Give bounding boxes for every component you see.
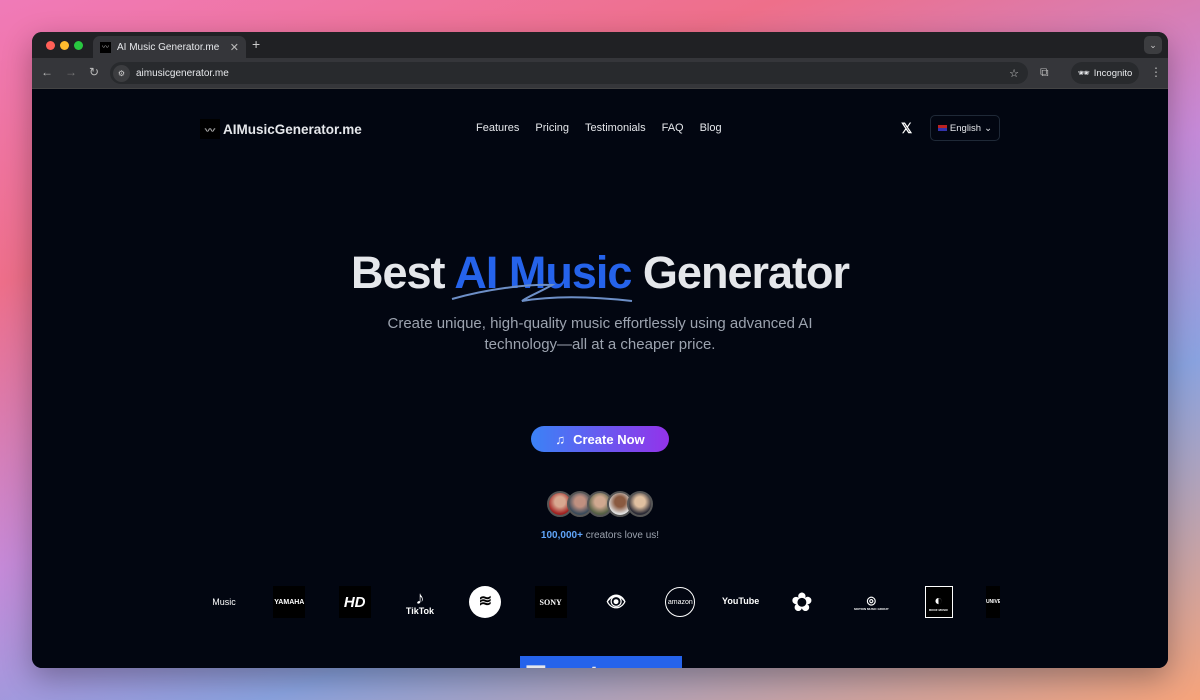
tiktok-logo: ♪ TikTok: [405, 587, 435, 616]
favicon-icon: 〰: [100, 41, 111, 53]
yamaha-logo: YAMAHA: [273, 586, 306, 618]
url-text: aimusicgenerator.me: [136, 67, 229, 79]
site-logo[interactable]: 〰 AIMusicGenerator.me: [200, 119, 362, 139]
roof-music-logo: ◐ ROOF MUSIC: [924, 586, 953, 618]
forward-icon[interactable]: →: [65, 65, 77, 79]
youtube-logo: YouTube: [722, 596, 760, 607]
nav-blog[interactable]: Blog: [700, 122, 722, 134]
universal-logo: UNIVERSAL: [985, 586, 1000, 618]
browser-toolbar: ← → ↻ ⚙ aimusicgenerator.me ☆ ⧉ 🕶 Incogni…: [32, 58, 1168, 89]
apple-music-logo: Music: [212, 597, 236, 607]
language-selector[interactable]: English ⌄: [930, 115, 1000, 141]
tab-title: AI Music Generator.me: [117, 41, 220, 53]
maximize-window-button[interactable]: [74, 41, 83, 50]
site-settings-icon[interactable]: ⚙: [113, 64, 130, 82]
bookmark-star-icon[interactable]: ☆: [1009, 67, 1019, 80]
tab-search-chevron-icon[interactable]: ⌄: [1144, 36, 1162, 54]
waveform-logo-icon: 〰: [200, 119, 220, 139]
web-page: 〰 AIMusicGenerator.me Features Pricing Te…: [32, 89, 1168, 668]
motion-music-logo: ◎ MOTION MUSIC GROUP: [854, 594, 889, 611]
menu-kebab-icon[interactable]: ⋮: [1150, 65, 1162, 79]
chevron-down-icon: ⌄: [984, 122, 993, 134]
underline-swoosh: [451, 283, 633, 302]
sony-logo: SONY: [534, 586, 567, 618]
brand-logos: Music YAMAHA HD ♪ TikTok ≋ SONY 👁 amazon …: [208, 585, 1000, 619]
nvidia-logo: 👁: [605, 594, 627, 611]
back-icon[interactable]: ←: [41, 65, 53, 79]
address-bar[interactable]: ⚙ aimusicgenerator.me ☆: [110, 62, 1028, 84]
avatar: [627, 491, 653, 517]
extensions-icon[interactable]: ⧉: [1040, 65, 1049, 80]
nav-features[interactable]: Features: [476, 122, 519, 134]
nav-faq[interactable]: FAQ: [662, 122, 684, 134]
social-proof: 100,000+ creators love us!: [540, 530, 660, 541]
main-nav: Features Pricing Testimonials FAQ Blog: [476, 122, 722, 134]
spotify-logo: ≋: [469, 586, 502, 618]
amazon-logo: amazon: [665, 587, 696, 617]
cta-label: Create Now: [573, 431, 645, 447]
create-now-button[interactable]: ♫ Create Now: [531, 426, 669, 452]
features-heading: Features: [520, 656, 683, 668]
browser-tab[interactable]: 〰 AI Music Generator.me ✕: [93, 36, 246, 58]
close-tab-icon[interactable]: ✕: [230, 41, 239, 54]
browser-window: 〰 AI Music Generator.me ✕ + ⌄ ← → ↻ ⚙ ai…: [32, 32, 1168, 668]
hero-subtitle: Create unique, high-quality music effort…: [387, 315, 813, 353]
avatar-group: [547, 491, 653, 517]
incognito-icon: 🕶: [1077, 67, 1090, 79]
new-tab-icon[interactable]: +: [252, 36, 260, 52]
close-window-button[interactable]: [46, 41, 55, 50]
openai-logo: ✿: [791, 586, 813, 617]
language-label: English: [949, 122, 982, 134]
reload-icon[interactable]: ↻: [89, 65, 99, 79]
logo-text: AIMusicGenerator.me: [223, 121, 362, 137]
music-note-icon: ♫: [555, 431, 566, 447]
hd-logo: HD: [338, 586, 371, 618]
tab-bar: 〰 AI Music Generator.me ✕ + ⌄: [32, 32, 1168, 58]
minimize-window-button[interactable]: [60, 41, 69, 50]
nav-pricing[interactable]: Pricing: [535, 122, 569, 134]
us-flag-icon: [937, 125, 947, 131]
x-twitter-icon[interactable]: 𝕏: [901, 120, 912, 137]
incognito-label: Incognito: [1093, 67, 1133, 79]
nav-testimonials[interactable]: Testimonials: [585, 122, 646, 134]
incognito-badge[interactable]: 🕶 Incognito: [1071, 62, 1139, 84]
